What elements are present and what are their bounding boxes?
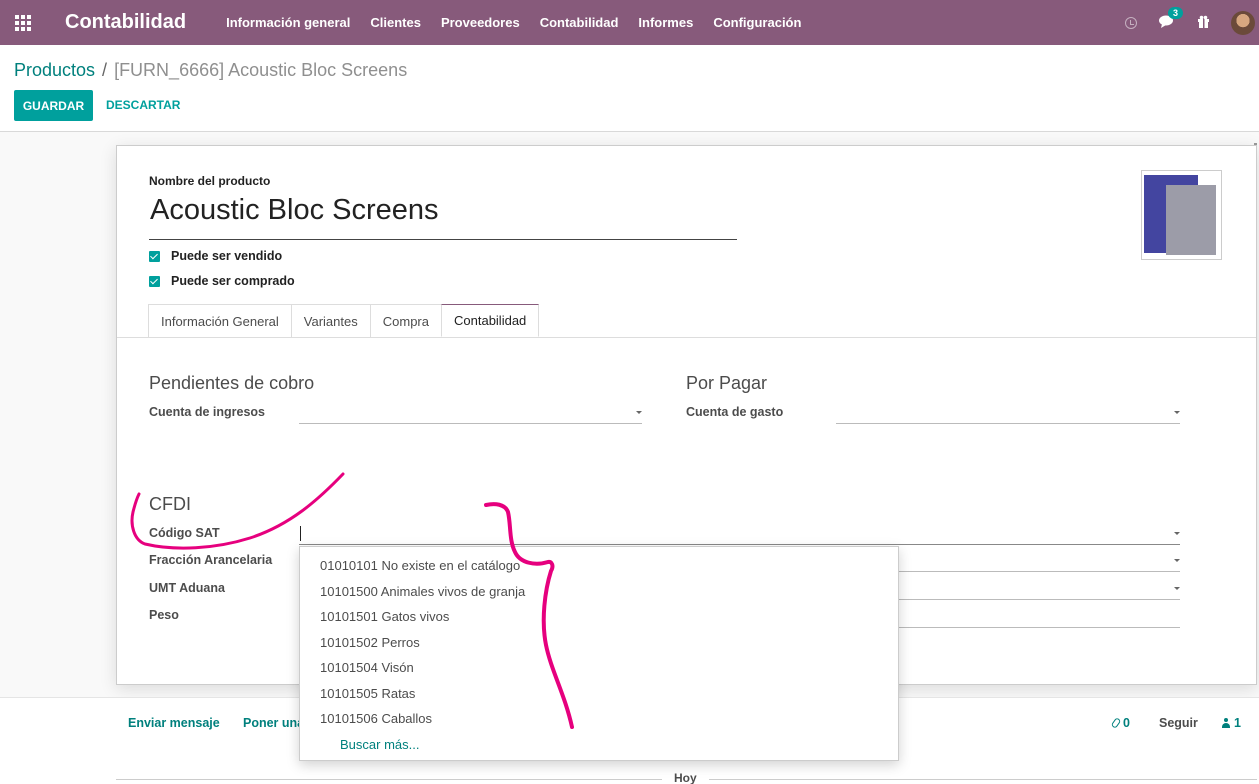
save-button[interactable]: GUARDAR bbox=[14, 90, 93, 121]
menu-item-proveedores[interactable]: Proveedores bbox=[431, 0, 530, 45]
sat-code-dropdown: 01010101 No existe en el catálogo 101015… bbox=[299, 546, 899, 761]
menu-item-contabilidad[interactable]: Contabilidad bbox=[530, 0, 629, 45]
caret-down-icon bbox=[1174, 587, 1180, 590]
dropdown-option[interactable]: 01010101 No existe en el catálogo bbox=[320, 558, 520, 573]
tariff-label: Fracción Arancelaria bbox=[149, 553, 273, 567]
menu-item-informes[interactable]: Informes bbox=[628, 0, 703, 45]
menu-item-configuracion[interactable]: Configuración bbox=[703, 0, 811, 45]
apps-grid-icon[interactable] bbox=[0, 0, 46, 45]
checkbox-checked-icon[interactable] bbox=[149, 275, 160, 287]
tab-contabilidad[interactable]: Contabilidad bbox=[441, 304, 540, 337]
send-message-button[interactable]: Enviar mensaje bbox=[128, 716, 220, 730]
tab-variantes[interactable]: Variantes bbox=[290, 304, 371, 337]
sat-code-input[interactable] bbox=[299, 525, 1180, 545]
weight-label: Peso bbox=[149, 608, 179, 622]
dropdown-option[interactable]: 10101506 Caballos bbox=[320, 711, 432, 726]
text-cursor bbox=[300, 526, 301, 541]
gift-icon[interactable] bbox=[1197, 15, 1210, 31]
can-be-purchased-checkbox[interactable]: Puede ser comprado bbox=[149, 274, 295, 288]
app-name: Contabilidad bbox=[65, 11, 187, 33]
menu-item-clientes[interactable]: Clientes bbox=[360, 0, 431, 45]
search-more-link[interactable]: Buscar más... bbox=[340, 737, 419, 752]
paperclip-icon bbox=[1110, 717, 1122, 729]
breadcrumb-separator: / bbox=[102, 60, 108, 80]
followers-count: 1 bbox=[1234, 716, 1241, 730]
expense-account-select[interactable] bbox=[836, 404, 1180, 424]
log-note-button[interactable]: Poner una bbox=[243, 716, 304, 730]
caret-down-icon bbox=[1174, 411, 1180, 414]
user-icon bbox=[1222, 718, 1230, 728]
control-panel: Productos / [FURN_6666] Acoustic Bloc Sc… bbox=[0, 45, 1259, 151]
caret-down-icon bbox=[1174, 559, 1180, 562]
today-label: Hoy bbox=[662, 771, 709, 784]
screen-panel-grey bbox=[1166, 185, 1216, 255]
tab-compra[interactable]: Compra bbox=[369, 304, 442, 337]
avatar[interactable] bbox=[1231, 10, 1255, 35]
can-be-purchased-label: Puede ser comprado bbox=[171, 274, 295, 288]
dropdown-option[interactable]: 10101501 Gatos vivos bbox=[320, 609, 449, 624]
payables-title: Por Pagar bbox=[686, 373, 768, 393]
dropdown-option[interactable]: 10101500 Animales vivos de granja bbox=[320, 584, 525, 599]
dropdown-option[interactable]: 10101505 Ratas bbox=[320, 686, 415, 701]
follow-button[interactable]: Seguir bbox=[1159, 716, 1198, 730]
menu-item-informacion-general[interactable]: Información general bbox=[216, 0, 360, 45]
income-account-select[interactable] bbox=[299, 404, 642, 424]
systray: 3 bbox=[1114, 0, 1259, 45]
caret-down-icon bbox=[1174, 532, 1180, 535]
tab-informacion-general[interactable]: Información General bbox=[148, 304, 292, 337]
dropdown-option[interactable]: 10101502 Perros bbox=[320, 635, 420, 650]
clock-icon[interactable] bbox=[1125, 16, 1137, 29]
sat-code-label: Código SAT bbox=[149, 526, 220, 540]
breadcrumb: Productos / [FURN_6666] Acoustic Bloc Sc… bbox=[14, 60, 407, 81]
tabs-divider bbox=[117, 337, 1256, 338]
chat-icon[interactable]: 3 bbox=[1159, 6, 1184, 31]
notebook-tabs: Información General Variantes Compra Con… bbox=[148, 304, 540, 337]
top-navbar: Contabilidad Información general Cliente… bbox=[0, 0, 1259, 45]
attachments-button[interactable]: 0 bbox=[1110, 716, 1130, 730]
product-image[interactable] bbox=[1141, 170, 1222, 260]
attachments-count: 0 bbox=[1123, 716, 1130, 730]
messages-badge: 3 bbox=[1168, 6, 1184, 19]
caret-down-icon bbox=[636, 411, 642, 414]
followers-button[interactable]: 1 bbox=[1222, 716, 1241, 730]
discard-button[interactable]: DESCARTAR bbox=[106, 98, 180, 112]
main-menu: Información general Clientes Proveedores… bbox=[216, 0, 811, 45]
checkbox-checked-icon[interactable] bbox=[149, 250, 160, 262]
dropdown-option[interactable]: 10101504 Visón bbox=[320, 660, 414, 675]
umt-label: UMT Aduana bbox=[149, 581, 225, 595]
product-name-field[interactable]: Acoustic Bloc Screens bbox=[149, 194, 737, 240]
breadcrumb-current: [FURN_6666] Acoustic Bloc Screens bbox=[114, 60, 408, 80]
can-be-sold-checkbox[interactable]: Puede ser vendido bbox=[149, 249, 282, 263]
cfdi-title: CFDI bbox=[149, 494, 191, 514]
can-be-sold-label: Puede ser vendido bbox=[171, 249, 283, 263]
income-account-label: Cuenta de ingresos bbox=[149, 405, 265, 419]
breadcrumb-parent[interactable]: Productos bbox=[14, 60, 95, 81]
expense-account-label: Cuenta de gasto bbox=[686, 405, 784, 419]
receivables-title: Pendientes de cobro bbox=[149, 373, 315, 393]
product-name-label: Nombre del producto bbox=[149, 174, 271, 188]
